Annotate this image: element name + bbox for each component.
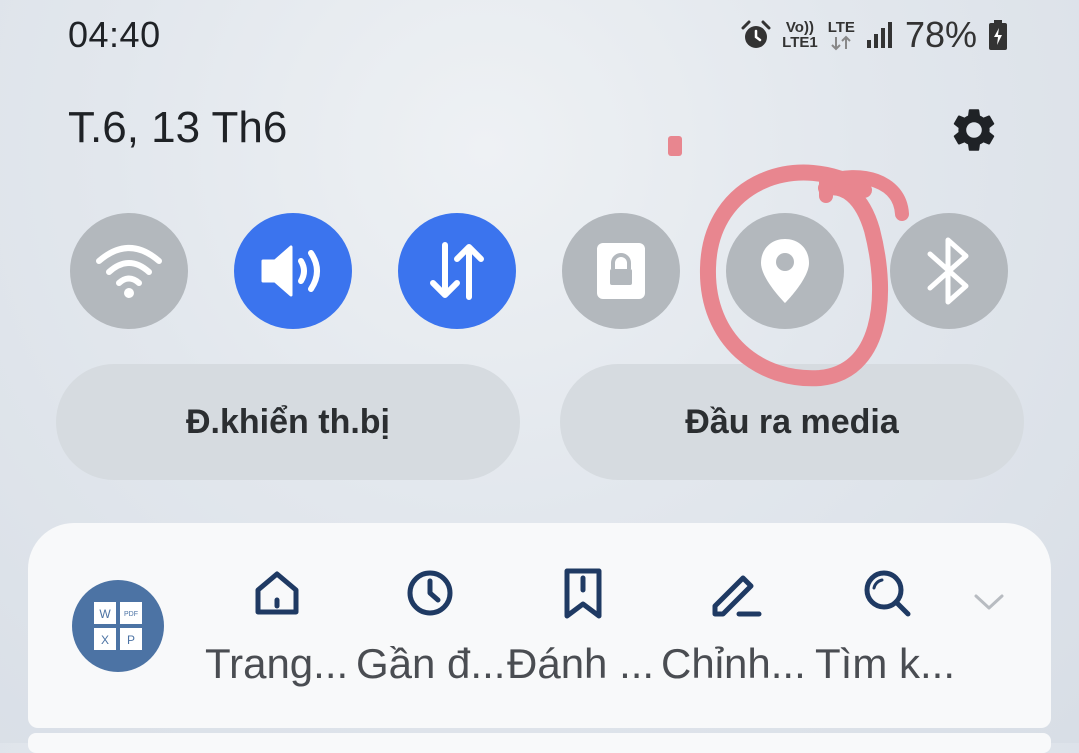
sim-label: LTE1 [782, 34, 818, 51]
sound-toggle[interactable] [234, 213, 352, 329]
data-arrows-icon [831, 35, 852, 50]
mobile-data-toggle[interactable] [398, 213, 516, 329]
clock-icon[interactable] [403, 566, 457, 620]
shortcut-label-edit[interactable]: Chỉnh... [661, 640, 811, 688]
app-letter-p: P [127, 633, 135, 647]
status-icons: Vo)) LTE1 LTE 78% [740, 12, 1009, 58]
shortcut-label-bookmark[interactable]: Đánh ... [507, 640, 657, 688]
network-label: LTE [827, 18, 855, 36]
battery-percent: 78% [904, 14, 977, 55]
media-output-button[interactable]: Đầu ra media [560, 364, 1024, 480]
shortcut-label-home[interactable]: Trang... [205, 640, 355, 688]
signal-icon [866, 22, 892, 48]
date-label: T.6, 13 Th6 [68, 103, 288, 152]
lte-data-icon: LTE [828, 20, 855, 51]
shortcut-label-search[interactable]: Tìm k... [815, 640, 965, 688]
battery-charging-icon [989, 20, 1007, 50]
bluetooth-toggle[interactable] [890, 213, 1008, 329]
app-letter-w: W [99, 607, 111, 621]
next-card-edge [28, 733, 1051, 753]
bluetooth-icon [927, 237, 969, 305]
chevron-down-icon[interactable] [972, 588, 1006, 616]
device-control-button[interactable]: Đ.khiển th.bị [56, 364, 520, 480]
lock-icon [597, 243, 645, 299]
gear-icon[interactable] [948, 104, 1000, 156]
location-pin-icon [761, 239, 809, 303]
shortcut-label-recent[interactable]: Gần đ... [356, 640, 506, 688]
volte-label: Vo)) [785, 19, 814, 36]
volte-icon: Vo)) LTE1 [782, 20, 818, 50]
search-icon[interactable] [860, 566, 914, 620]
screen-lock-toggle[interactable] [562, 213, 680, 329]
location-toggle[interactable] [726, 213, 844, 329]
wifi-icon [96, 245, 162, 298]
alarm-icon [741, 20, 771, 48]
speaker-icon [261, 245, 320, 297]
data-transfer-icon [430, 242, 484, 300]
document-reader-app-icon[interactable]: W PDF X P [72, 580, 164, 672]
app-letter-x: X [101, 633, 109, 647]
status-time: 04:40 [68, 14, 161, 55]
shortcuts-card [28, 523, 1051, 728]
edit-icon[interactable] [709, 566, 763, 620]
document-grid-icon: W PDF X P [94, 602, 142, 650]
app-letter-pdf: PDF [124, 611, 138, 618]
wifi-toggle[interactable] [70, 213, 188, 329]
bookmark-icon[interactable] [556, 566, 610, 620]
home-icon[interactable] [250, 566, 304, 620]
